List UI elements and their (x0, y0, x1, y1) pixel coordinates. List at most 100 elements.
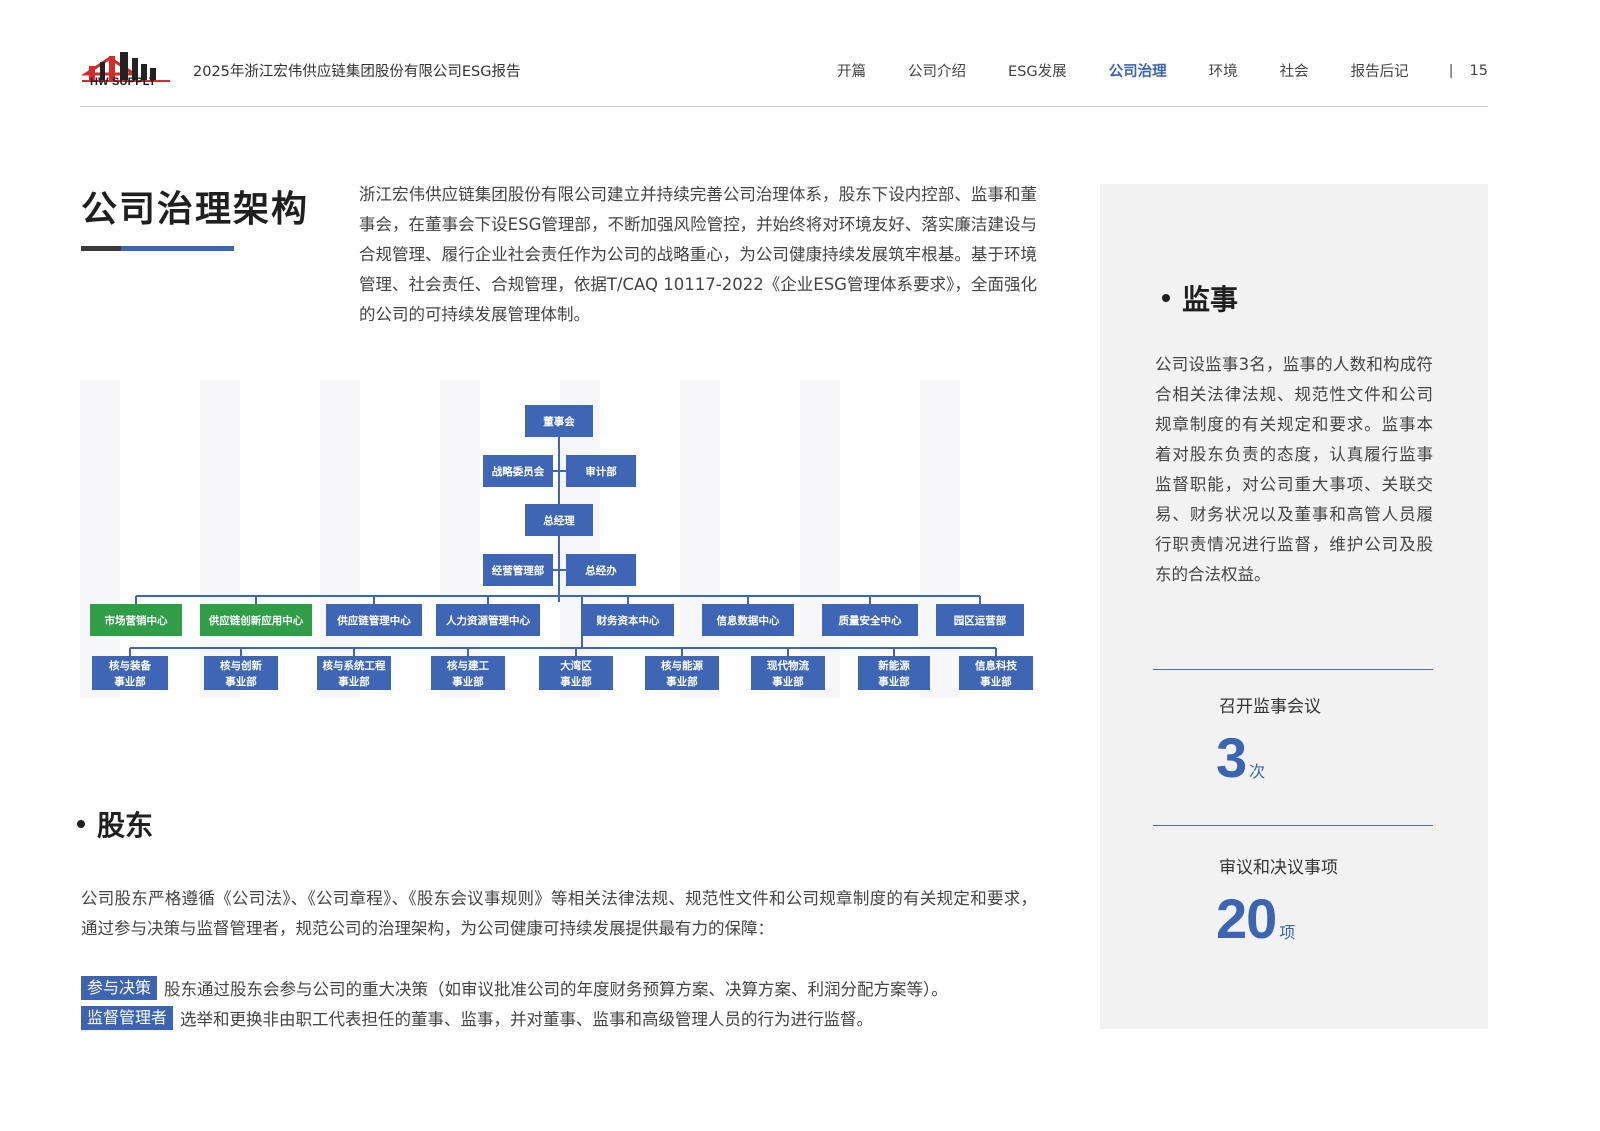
stat-meetings-unit: 次 (1249, 762, 1266, 781)
org-node-audit-label: 审计部 (585, 465, 617, 478)
org-center-label: 供应链管理中心 (336, 614, 411, 627)
stat-matters-number: 20 (1216, 887, 1277, 950)
supervisors-heading-text: 监事 (1182, 283, 1239, 316)
stat-matters-value: 20 项 (1216, 891, 1295, 947)
org-node-operations-dept: 经营管理部 (483, 554, 553, 586)
org-business-unit-line2: 事业部 (980, 675, 1012, 688)
org-node-operations-dept-label: 经营管理部 (492, 564, 545, 577)
shareholder-right-row: 监督管理者 选举和更换非由职工代表担任的董事、监事，并对董事、监事和高级管理人员… (81, 1006, 873, 1030)
supervisors-heading: 监事 (1162, 278, 1238, 318)
org-business-unit-line2: 事业部 (666, 675, 698, 688)
org-business-unit-line2: 事业部 (560, 675, 592, 688)
org-business-unit: 核与创新 事业部 (204, 656, 278, 690)
supervision-text: 选举和更换非由职工代表担任的董事、监事，并对董事、监事和高级管理人员的行为进行监… (180, 1010, 874, 1029)
org-business-unit-line1: 核与能源 (661, 659, 703, 672)
org-business-unit: 核与系统工程 事业部 (317, 656, 391, 690)
org-business-unit-line1: 核与装备 (109, 659, 151, 672)
nav-item-esg-development[interactable]: ESG发展 (1008, 60, 1067, 81)
org-center: 信息数据中心 (702, 604, 794, 636)
nav-item-corporate-governance[interactable]: 公司治理 (1109, 60, 1167, 81)
org-center: 财务资本中心 (582, 604, 674, 636)
org-center-label: 供应链创新应用中心 (208, 614, 304, 627)
shareholders-heading: 股东 (77, 804, 153, 844)
supervisors-body: 公司设监事3名，监事的人数和构成符合相关法律法规、规范性文件和公司规章制度的有关… (1155, 355, 1433, 584)
org-business-unit-line1: 现代物流 (767, 659, 809, 672)
decision-tag: 参与决策 (81, 976, 158, 1000)
title-underline-blue (121, 246, 234, 251)
title-underline-dark (81, 246, 121, 251)
nav-item-postscript[interactable]: 报告后记 (1351, 60, 1409, 81)
org-chart: 董事会 战略委员会 审计部 总经理 经营管理部 总经办 市场营销中心 供应链创新… (80, 380, 1038, 698)
stat-matters-unit: 项 (1279, 923, 1296, 942)
org-business-unit-line1: 信息科技 (975, 659, 1017, 672)
org-business-unit-line2: 事业部 (338, 675, 370, 688)
decision-text: 股东通过股东会参与公司的重大决策（如审议批准公司的年度财务预算方案、决算方案、利… (164, 980, 948, 999)
org-business-unit-line2: 事业部 (772, 675, 804, 688)
org-node-audit: 审计部 (566, 455, 636, 487)
bullet-dot (77, 820, 85, 828)
page-number: 15 (1469, 62, 1488, 79)
org-business-unit-line2: 事业部 (452, 675, 484, 688)
stat-divider (1153, 669, 1433, 670)
org-node-general-manager-label: 总经理 (543, 514, 575, 527)
nav-item-opening[interactable]: 开篇 (837, 60, 866, 81)
org-business-unit-line1: 核与建工 (447, 659, 489, 672)
org-business-unit: 新能源 事业部 (858, 656, 930, 690)
stat-meetings-number: 3 (1216, 726, 1247, 789)
org-node-strategy-committee: 战略委员会 (483, 455, 553, 487)
org-center: 质量安全中心 (822, 604, 918, 636)
org-node-board: 董事会 (525, 405, 593, 437)
org-node-gm-office-label: 总经办 (585, 564, 617, 577)
org-center-label: 人力资源管理中心 (446, 614, 530, 627)
org-business-unit-line1: 核与系统工程 (323, 659, 386, 672)
stat-matters-label: 审议和决议事项 (1219, 858, 1338, 878)
shareholder-right-row: 参与决策 股东通过股东会参与公司的重大决策（如审议批准公司的年度财务预算方案、决… (81, 976, 948, 1000)
org-business-unit-line1: 新能源 (878, 659, 910, 672)
org-business-unit: 现代物流 事业部 (751, 656, 825, 690)
bullet-dot (1162, 294, 1170, 302)
org-center: 人力资源管理中心 (436, 604, 540, 636)
org-center: 供应链创新应用中心 (200, 604, 312, 636)
org-center-label: 信息数据中心 (717, 614, 780, 627)
nav-item-society[interactable]: 社会 (1280, 60, 1309, 81)
stat-meetings-value: 3 次 (1216, 730, 1265, 786)
supervision-tag: 监督管理者 (81, 1006, 174, 1030)
page-header: HW SUPPLY 2025年浙江宏伟供应链集团股份有限公司ESG报告 开篇 公… (80, 40, 1488, 107)
org-center-label: 园区运营部 (954, 614, 1007, 627)
org-business-unit: 核与装备 事业部 (92, 656, 168, 690)
org-node-gm-office: 总经办 (566, 554, 636, 586)
org-business-unit-line2: 事业部 (878, 675, 910, 688)
org-business-unit: 核与能源 事业部 (645, 656, 719, 690)
org-business-unit-line2: 事业部 (114, 675, 146, 688)
top-nav: 开篇 公司介绍 ESG发展 公司治理 环境 社会 报告后记 | 15 (837, 60, 1488, 81)
org-center: 供应链管理中心 (326, 604, 422, 636)
org-chart-svg: 董事会 战略委员会 审计部 总经理 经营管理部 总经办 市场营销中心 供应链创新… (80, 380, 1033, 698)
org-business-unit-line1: 核与创新 (220, 659, 262, 672)
org-center: 园区运营部 (936, 604, 1024, 636)
org-center: 市场营销中心 (90, 604, 182, 636)
nav-item-environment[interactable]: 环境 (1209, 60, 1238, 81)
logo-text: HW SUPPLY (90, 76, 157, 88)
supervisors-panel: 监事 公司设监事3名，监事的人数和构成符合相关法律法规、规范性文件和公司规章制度… (1100, 184, 1488, 1029)
section-title: 公司治理架构 (81, 189, 310, 230)
org-node-board-label: 董事会 (543, 415, 575, 428)
org-center-label: 财务资本中心 (596, 614, 660, 627)
org-business-unit-line2: 事业部 (225, 675, 257, 688)
org-business-unit: 大湾区 事业部 (539, 656, 613, 690)
org-center-label: 质量安全中心 (839, 614, 902, 627)
org-business-unit: 信息科技 事业部 (959, 656, 1033, 690)
org-node-strategy-committee-label: 战略委员会 (492, 465, 545, 478)
org-node-general-manager: 总经理 (525, 504, 593, 536)
org-business-unit-line1: 大湾区 (560, 659, 592, 672)
nav-separator: | (1448, 62, 1454, 79)
stat-meetings-label: 召开监事会议 (1219, 697, 1321, 717)
shareholders-heading-text: 股东 (97, 809, 154, 842)
report-title: 2025年浙江宏伟供应链集团股份有限公司ESG报告 (193, 64, 521, 80)
nav-item-company-intro[interactable]: 公司介绍 (908, 60, 966, 81)
section-intro: 浙江宏伟供应链集团股份有限公司建立并持续完善公司治理体系，股东下设内控部、监事和… (359, 185, 1037, 324)
title-underline (81, 246, 234, 251)
org-business-unit: 核与建工 事业部 (431, 656, 505, 690)
stat-divider (1153, 825, 1433, 826)
shareholders-body: 公司股东严格遵循《公司法》、《公司章程》、《股东会议事规则》等相关法律法规、规范… (81, 889, 1037, 938)
org-center-label: 市场营销中心 (105, 614, 168, 627)
